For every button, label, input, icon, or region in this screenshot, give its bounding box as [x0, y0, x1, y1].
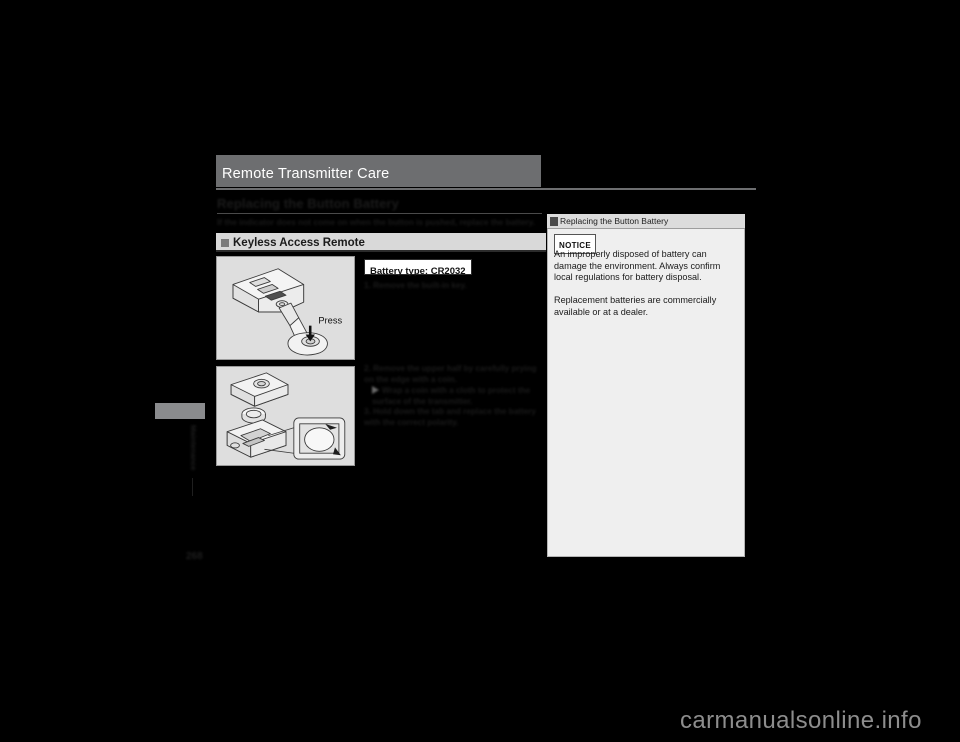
step-item: 1. Remove the built-in key. [364, 281, 540, 292]
header-divider [216, 188, 756, 190]
info-paragraph: An improperly disposed of battery can da… [554, 249, 721, 283]
figure-battery-replacement [216, 366, 355, 466]
header-box-left [0, 0, 134, 24]
square-marker-icon [221, 239, 229, 247]
step-item: 2. Remove the upper half by carefully pr… [364, 364, 540, 385]
step-note-text: Wrap a coin with a cloth to protect the … [372, 386, 531, 406]
step-text: Remove the upper half by carefully pryin… [364, 364, 537, 384]
header-box-right [0, 24, 134, 48]
info-sidebar-title: Replacing the Button Battery [560, 216, 669, 226]
press-label: Press [318, 316, 342, 326]
info-paragraph: Replacement batteries are commercially a… [554, 295, 717, 317]
step-item: 3. Hold down the tab and replace the bat… [364, 407, 540, 428]
section-divider [217, 213, 542, 214]
manual-page: Remote Transmitter Care Replacing the Bu… [0, 0, 960, 742]
page-number: 268 [186, 551, 203, 562]
section-heading: Replacing the Button Battery [217, 196, 399, 211]
step-number: 1. [364, 281, 371, 290]
chapter-rule [192, 478, 193, 496]
step-text: Remove the built-in key. [373, 281, 467, 290]
related-info-icon [550, 217, 558, 226]
page-title: Remote Transmitter Care [222, 166, 390, 182]
site-watermark: carmanualsonline.info [680, 707, 922, 734]
step-text: Hold down the tab and replace the batter… [364, 407, 536, 427]
figure-key-removal: Press [216, 256, 355, 360]
step-number: 2. [364, 364, 371, 373]
battery-type-callout: Battery type: CR2032 [364, 259, 472, 277]
subsection-label: Keyless Access Remote [233, 237, 365, 249]
step-note: Wrap a coin with a cloth to protect the … [372, 386, 540, 407]
step-number: 3. [364, 407, 371, 416]
triangle-bullet-icon [372, 386, 379, 394]
chapter-vertical-label: Maintenance [189, 425, 198, 471]
chapter-thumb-tab [155, 403, 205, 419]
battery-type-label: Battery type: CR2032 [370, 266, 466, 277]
section-subtext: If the indicator does not come on when t… [217, 217, 535, 227]
